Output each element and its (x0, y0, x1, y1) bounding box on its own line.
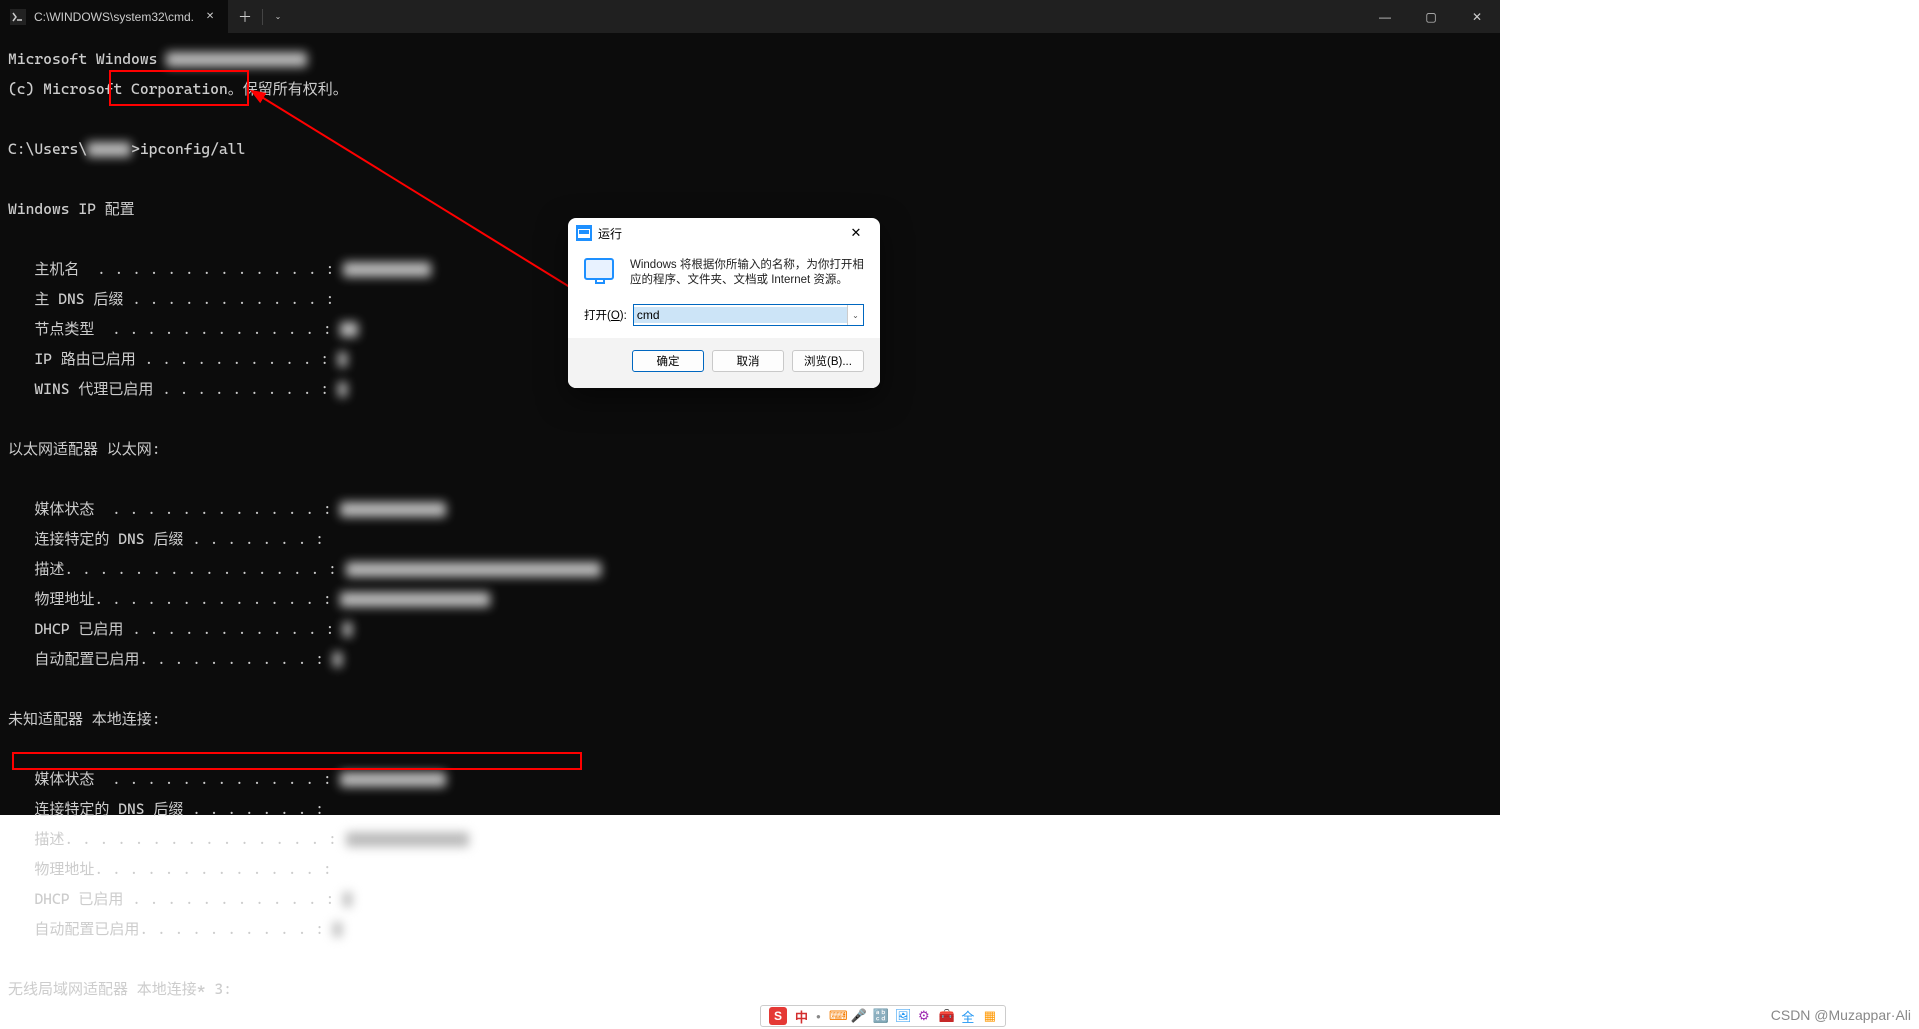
typed-command: ipconfig/all (140, 140, 245, 158)
open-label: 打开(O): (584, 307, 627, 323)
ime-symbols-icon[interactable]: 🔡 (873, 1008, 887, 1024)
ime-settings-icon[interactable]: ⚙ (917, 1008, 931, 1024)
browse-button[interactable]: 浏览(B)... (792, 350, 864, 372)
ime-punct-icon[interactable]: ● (816, 1012, 821, 1021)
terminal-output[interactable]: Microsoft Windows XXXXXXXXXXXXXXXX (c) M… (0, 33, 1500, 1029)
run-dialog-title: 运行 (598, 225, 622, 242)
cancel-button[interactable]: 取消 (712, 350, 784, 372)
ime-grid-icon[interactable]: ▦ (983, 1008, 997, 1024)
new-tab-button[interactable]: ＋ (228, 0, 262, 33)
combobox-dropdown-icon[interactable]: ⌄ (847, 305, 863, 325)
tab-close-icon[interactable]: ✕ (202, 9, 218, 25)
cmd-icon (10, 9, 26, 25)
ime-image-icon[interactable]: 🖼 (895, 1008, 909, 1024)
ime-toolbar[interactable]: S 中 ● ⌨ 🎤 🔡 🖼 ⚙ 🧰 全 ▦ (760, 1005, 1006, 1027)
run-dialog-desc: Windows 将根据你所输入的名称，为你打开相应的程序、文件夹、文档或 Int… (630, 258, 864, 290)
tab-dropdown-icon[interactable]: ⌄ (263, 0, 293, 33)
titlebar: C:\WINDOWS\system32\cmd. ✕ ＋ ⌄ — ▢ ✕ (0, 0, 1500, 33)
watermark: CSDN @Muzappar·Ali (1771, 1007, 1911, 1023)
open-combobox[interactable]: ⌄ (633, 304, 864, 326)
terminal-window: C:\WINDOWS\system32\cmd. ✕ ＋ ⌄ — ▢ ✕ Mic… (0, 0, 1500, 815)
run-dialog: 运行 ✕ Windows 将根据你所输入的名称，为你打开相应的程序、文件夹、文档… (568, 218, 880, 388)
ime-keyboard-icon[interactable]: ⌨ (829, 1008, 843, 1024)
tab-title: C:\WINDOWS\system32\cmd. (34, 10, 194, 24)
ok-button[interactable]: 确定 (632, 350, 704, 372)
run-dialog-close-icon[interactable]: ✕ (838, 218, 874, 248)
minimize-button[interactable]: — (1362, 0, 1408, 33)
ime-toolbox-icon[interactable]: 🧰 (939, 1008, 953, 1024)
run-dialog-titlebar[interactable]: 运行 ✕ (568, 218, 880, 248)
ime-mic-icon[interactable]: 🎤 (851, 1008, 865, 1024)
run-program-icon (584, 258, 616, 290)
ime-logo-icon[interactable]: S (769, 1007, 787, 1025)
ime-lang[interactable]: 中 (795, 1007, 808, 1026)
maximize-button[interactable]: ▢ (1408, 0, 1454, 33)
run-dialog-icon (576, 225, 592, 241)
ime-fullwidth[interactable]: 全 (961, 1007, 975, 1026)
open-input[interactable] (634, 307, 847, 323)
close-window-button[interactable]: ✕ (1454, 0, 1500, 33)
tab-cmd[interactable]: C:\WINDOWS\system32\cmd. ✕ (0, 0, 228, 33)
